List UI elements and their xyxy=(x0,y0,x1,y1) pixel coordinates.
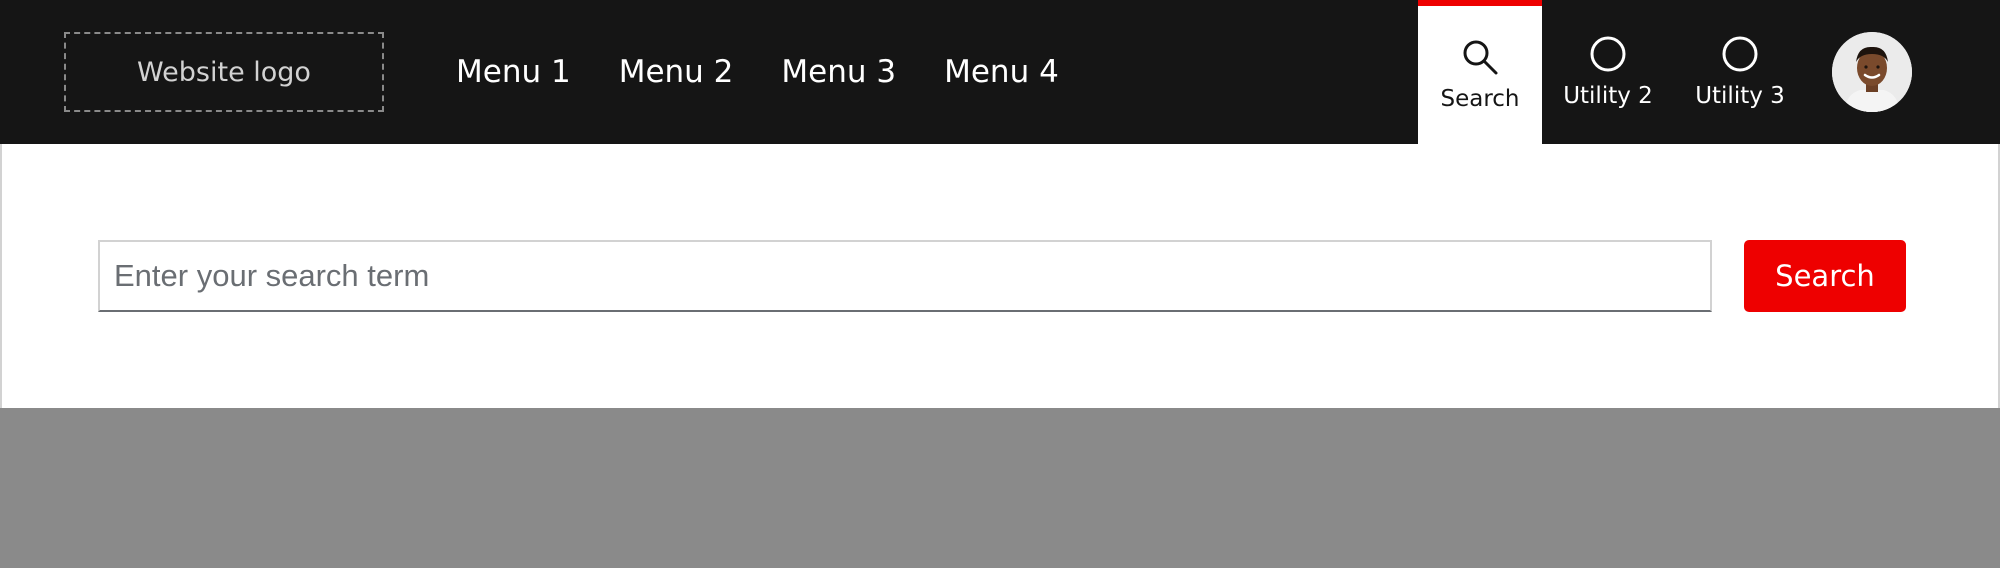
top-navigation-bar: Website logo Menu 1 Menu 2 Menu 3 Menu 4… xyxy=(0,0,2000,144)
page-backdrop-overlay xyxy=(0,408,2000,568)
utility-search-button[interactable]: Search xyxy=(1418,0,1542,144)
logo-text: Website logo xyxy=(137,56,311,88)
search-panel: Search xyxy=(0,144,2000,408)
menu-item-3[interactable]: Menu 3 xyxy=(781,54,896,90)
website-logo[interactable]: Website logo xyxy=(64,32,384,112)
utility-2-button[interactable]: Utility 2 xyxy=(1542,0,1674,144)
menu-item-2[interactable]: Menu 2 xyxy=(619,54,734,90)
main-menu: Menu 1 Menu 2 Menu 3 Menu 4 xyxy=(456,0,1107,144)
search-submit-button[interactable]: Search xyxy=(1744,240,1906,312)
utility-2-label: Utility 2 xyxy=(1563,83,1653,109)
menu-item-4[interactable]: Menu 4 xyxy=(944,54,1059,90)
search-input[interactable] xyxy=(98,240,1712,312)
circle-icon xyxy=(1589,35,1627,73)
utility-search-label: Search xyxy=(1440,86,1520,112)
menu-item-1[interactable]: Menu 1 xyxy=(456,54,571,90)
circle-icon xyxy=(1721,35,1759,73)
search-icon xyxy=(1461,38,1499,76)
utility-3-label: Utility 3 xyxy=(1695,83,1785,109)
utility-3-button[interactable]: Utility 3 xyxy=(1674,0,1806,144)
user-avatar[interactable] xyxy=(1832,32,1912,112)
